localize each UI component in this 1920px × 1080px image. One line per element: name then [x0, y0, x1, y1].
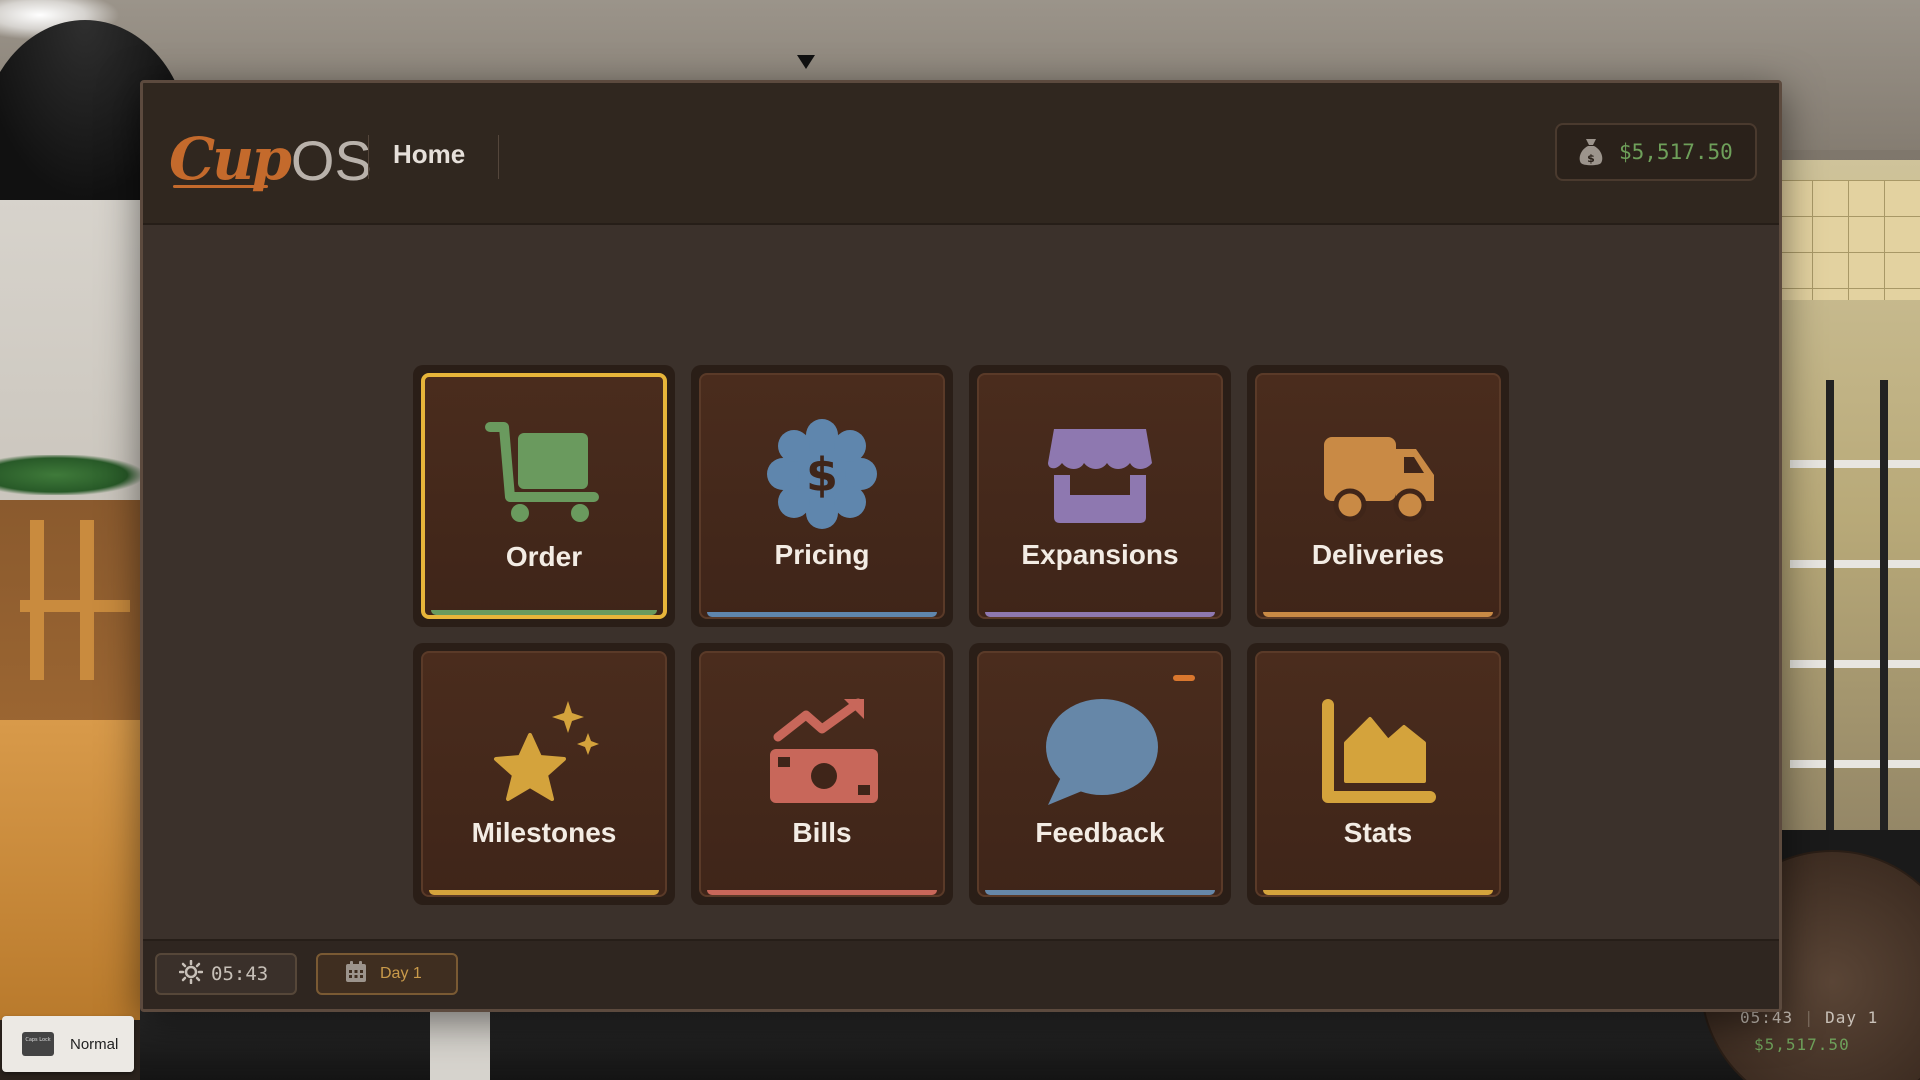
shelf: [1790, 660, 1920, 668]
svg-text:$: $: [1587, 152, 1595, 165]
day-chip[interactable]: Day 1: [316, 953, 458, 995]
hanging-pin: [797, 55, 815, 69]
capslock-indicator: Caps Lock Normal: [2, 1016, 134, 1072]
tile-panel: Bills: [699, 651, 945, 897]
shelf-post: [1880, 380, 1888, 830]
shelf: [1790, 760, 1920, 768]
tile-bills[interactable]: Bills: [691, 643, 953, 905]
tile-expansions[interactable]: Expansions: [969, 365, 1231, 627]
tile-panel: Stats: [1255, 651, 1501, 897]
tile-label: Stats: [1343, 817, 1413, 848]
tile-accent-bar: [1263, 890, 1493, 895]
sun-icon: [178, 959, 204, 988]
tile-deliveries[interactable]: Deliveries: [1247, 365, 1509, 627]
cart-icon: [484, 421, 604, 531]
day-label: Day 1: [380, 965, 422, 982]
tile-accent-bar: [431, 610, 657, 615]
taskbar: 05:43 Day 1: [143, 939, 1779, 1009]
tile-label: Bills: [792, 817, 852, 848]
tile-accent-bar: [1263, 612, 1493, 617]
tile-label: Expansions: [1021, 539, 1179, 570]
clock-time: 05:43: [211, 963, 269, 985]
speech-bubble-icon: [1040, 697, 1160, 807]
hud-day: Day 1: [1825, 1008, 1879, 1027]
tile-panel: Deliveries: [1255, 373, 1501, 619]
counter: [0, 720, 150, 1020]
logo-underline: [173, 185, 268, 188]
shelf: [1790, 560, 1920, 568]
logo-cup-text: Cup: [169, 125, 292, 193]
balance-amount: $5,517.50: [1619, 140, 1733, 164]
hud-balance: $5,517.50: [1754, 1035, 1850, 1054]
notification-dot: [1173, 675, 1195, 681]
tile-order[interactable]: Order: [413, 365, 675, 627]
input-mode-label: Normal: [70, 1035, 119, 1053]
star-sparkle-icon: [484, 697, 604, 807]
tile-panel: Milestones: [421, 651, 667, 897]
truck-icon: [1318, 419, 1438, 529]
tile-label: Feedback: [1035, 817, 1165, 848]
cupos-logo: Cup OS: [169, 113, 372, 193]
logo-os-text: OS: [290, 129, 372, 192]
tile-feedback[interactable]: Feedback: [969, 643, 1231, 905]
page-title: Home: [393, 139, 466, 169]
tile-panel: $ Pricing: [699, 373, 945, 619]
app-grid: Order $ Pricing Expansions Deliveries Mi…: [143, 225, 1779, 941]
capslock-key-text: Caps Lock: [25, 1037, 51, 1043]
tile-accent-bar: [985, 890, 1215, 895]
money-bag-icon: $: [1577, 137, 1605, 167]
tile-pricing[interactable]: $ Pricing: [691, 365, 953, 627]
tile-label: Milestones: [471, 817, 617, 848]
tile-panel: Feedback: [977, 651, 1223, 897]
tile-panel: Expansions: [977, 373, 1223, 619]
tiled-wall: [1776, 180, 1920, 300]
cash-trend-icon: [762, 697, 882, 807]
shelf: [1790, 460, 1920, 468]
tile-milestones[interactable]: Milestones: [413, 643, 675, 905]
floor: [140, 1000, 1780, 1080]
tile-label: Pricing: [774, 539, 870, 570]
title-divider: [368, 135, 369, 179]
tile-stats[interactable]: Stats: [1247, 643, 1509, 905]
tile-accent-bar: [985, 612, 1215, 617]
tile-accent-bar: [429, 890, 659, 895]
time-chip[interactable]: 05:43: [155, 953, 297, 995]
tile-label: Order: [505, 541, 583, 572]
cupos-window: Cup OS Home $ $5,517.50 Order $ Pricing …: [140, 80, 1782, 1012]
storefront-icon: [1040, 419, 1160, 529]
svg-text:$: $: [806, 448, 838, 502]
titlebar: Cup OS Home $ $5,517.50: [143, 83, 1779, 225]
plant: [0, 455, 140, 495]
price-badge-icon: $: [762, 419, 882, 529]
tile-panel: Order: [421, 373, 667, 619]
chair: [20, 600, 130, 612]
shelf-post: [1826, 380, 1834, 830]
area-chart-icon: [1318, 697, 1438, 807]
capslock-key-icon: Caps Lock: [22, 1032, 54, 1056]
tile-accent-bar: [707, 612, 937, 617]
balance-display: $ $5,517.50: [1555, 123, 1757, 181]
title-divider: [498, 135, 499, 179]
tile-accent-bar: [707, 890, 937, 895]
tile-label: Deliveries: [1311, 539, 1445, 570]
calendar-icon: [344, 960, 368, 988]
